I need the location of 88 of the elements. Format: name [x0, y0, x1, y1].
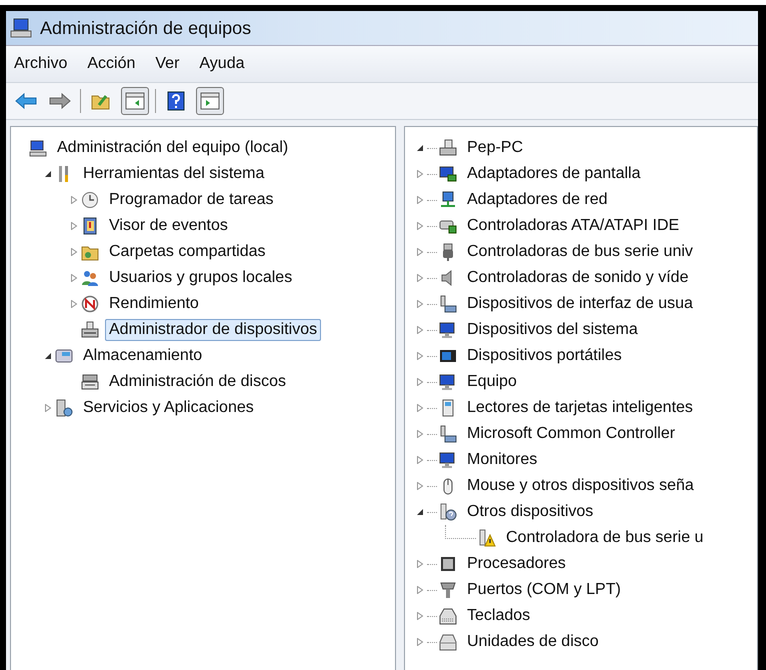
clock-icon: [81, 191, 99, 209]
tree-item[interactable]: Usuarios y grupos locales: [105, 267, 296, 289]
services-icon: [55, 399, 73, 417]
expand-triangle-icon[interactable]: [70, 248, 78, 256]
tree-item[interactable]: Dispositivos de interfaz de usua: [463, 293, 697, 315]
tree-item[interactable]: Teclados: [463, 605, 534, 627]
tree-item[interactable]: Controladoras de sonido y víde: [463, 267, 692, 289]
display-adapter-icon: [439, 165, 457, 183]
collapse-triangle-icon[interactable]: [44, 170, 52, 178]
expand-triangle-icon[interactable]: [416, 430, 424, 438]
expand-triangle-icon[interactable]: [416, 378, 424, 386]
network-icon: [439, 191, 457, 209]
show-action-pane-button[interactable]: [196, 87, 224, 115]
expand-triangle-icon[interactable]: [416, 404, 424, 412]
menu-item[interactable]: Archivo: [14, 55, 68, 73]
computer-icon: [439, 139, 457, 157]
tree-item[interactable]: Controladoras ATA/ATAPI IDE: [463, 215, 684, 237]
tree-item[interactable]: Unidades de disco: [463, 631, 603, 653]
tree-item[interactable]: Adaptadores de pantalla: [463, 163, 644, 185]
monitor-icon: [439, 321, 457, 339]
collapse-triangle-icon[interactable]: [416, 144, 424, 152]
expand-triangle-icon[interactable]: [416, 248, 424, 256]
warning-device-icon: [478, 529, 496, 547]
expand-triangle-icon[interactable]: [70, 274, 78, 282]
expand-triangle-icon[interactable]: [416, 274, 424, 282]
menu-item[interactable]: Ayuda: [199, 55, 244, 73]
tree-item[interactable]: Programador de tareas: [105, 189, 278, 211]
tree-item[interactable]: Microsoft Common Controller: [463, 423, 680, 445]
expand-triangle-icon[interactable]: [416, 326, 424, 334]
users-icon: [81, 269, 99, 287]
processor-icon: [439, 555, 457, 573]
tree-item[interactable]: Mouse y otros dispositivos seña: [463, 475, 698, 497]
monitor-icon: [439, 451, 457, 469]
expand-triangle-icon[interactable]: [416, 586, 424, 594]
portable-device-icon: [439, 347, 457, 365]
tree-item[interactable]: Equipo: [463, 371, 521, 393]
expand-triangle-icon[interactable]: [416, 352, 424, 360]
tree-item[interactable]: Administración del equipo (local): [53, 137, 292, 159]
tree-item[interactable]: Administración de discos: [105, 371, 290, 393]
computer-management-icon: [10, 18, 32, 38]
expand-triangle-icon[interactable]: [416, 300, 424, 308]
expand-triangle-icon[interactable]: [416, 456, 424, 464]
collapse-triangle-icon[interactable]: [416, 508, 424, 516]
window-title: Administración de equipos: [40, 18, 252, 38]
menu-item[interactable]: Ver: [155, 55, 180, 73]
tree-item[interactable]: Pep-PC: [463, 137, 528, 159]
expand-triangle-icon[interactable]: [416, 196, 424, 204]
device-manager-icon: [81, 321, 99, 339]
tree-item[interactable]: Lectores de tarjetas inteligentes: [463, 397, 697, 419]
performance-icon: [81, 295, 99, 313]
expand-triangle-icon[interactable]: [416, 638, 424, 646]
expand-triangle-icon[interactable]: [70, 222, 78, 230]
event-log-icon: [81, 217, 99, 235]
tree-item[interactable]: Carpetas compartidas: [105, 241, 270, 263]
collapse-triangle-icon[interactable]: [44, 352, 52, 360]
port-icon: [439, 581, 457, 599]
disk-drive-icon: [439, 633, 457, 651]
keyboard-icon: [439, 607, 457, 625]
expand-triangle-icon[interactable]: [70, 300, 78, 308]
expand-triangle-icon[interactable]: [416, 612, 424, 620]
expand-triangle-icon[interactable]: [416, 222, 424, 230]
tree-item[interactable]: Controladoras de bus serie univ: [463, 241, 697, 263]
monitor-icon: [439, 373, 457, 391]
tree-item[interactable]: Otros dispositivos: [463, 501, 598, 523]
tree-item[interactable]: Puertos (COM y LPT): [463, 579, 625, 601]
expand-triangle-icon[interactable]: [70, 196, 78, 204]
tree-item[interactable]: Procesadores: [463, 553, 570, 575]
expand-triangle-icon[interactable]: [44, 404, 52, 412]
show-tree-pane-button[interactable]: [121, 87, 149, 115]
tree-item[interactable]: Monitores: [463, 449, 542, 471]
tree-item[interactable]: Adaptadores de red: [463, 189, 612, 211]
expand-triangle-icon[interactable]: [416, 560, 424, 568]
tree-item[interactable]: Herramientas del sistema: [79, 163, 268, 185]
tree-item[interactable]: Visor de eventos: [105, 215, 232, 237]
tree-item[interactable]: Dispositivos portátiles: [463, 345, 626, 367]
expand-triangle-icon[interactable]: [416, 482, 424, 490]
disk-icon: [81, 373, 99, 391]
tree-item[interactable]: Administrador de dispositivos: [105, 319, 322, 341]
tree-item[interactable]: Servicios y Aplicaciones: [79, 397, 258, 419]
storage-icon: [55, 347, 73, 365]
tree-item[interactable]: Rendimiento: [105, 293, 203, 315]
tree-item[interactable]: Controladora de bus serie u: [502, 527, 708, 549]
computer-icon: [29, 139, 47, 157]
expand-triangle-icon[interactable]: [416, 170, 424, 178]
unknown-device-icon: [439, 503, 457, 521]
tree-item[interactable]: Almacenamiento: [79, 345, 206, 367]
tree-item[interactable]: Dispositivos del sistema: [463, 319, 642, 341]
menu-item[interactable]: Acción: [87, 55, 136, 73]
